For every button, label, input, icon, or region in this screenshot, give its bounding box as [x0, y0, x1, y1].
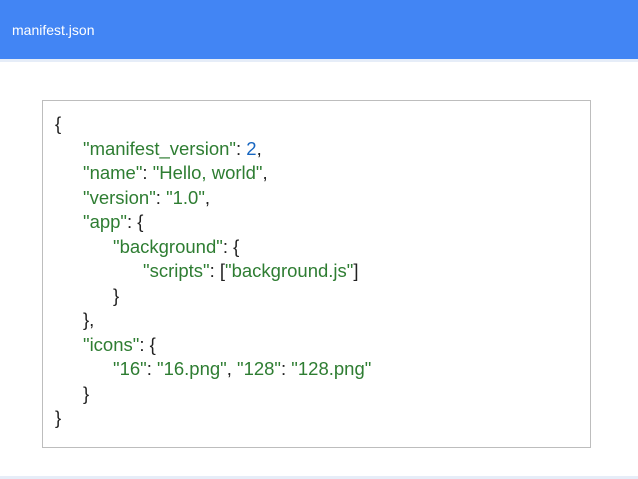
key-name: "name" [83, 162, 143, 183]
code-line-7: "scripts": ["background.js"] [55, 259, 371, 284]
close-brace-comma: }, [83, 309, 95, 330]
code-line-4: "version": "1.0", [55, 186, 371, 211]
slide-header: manifest.json [0, 0, 638, 62]
code-line-13: } [55, 406, 371, 431]
comma: , [204, 186, 211, 208]
colon: : [146, 358, 157, 379]
code-line-6: "background": { [55, 235, 371, 260]
key-version: "version" [83, 186, 156, 208]
close-brace: } [83, 382, 90, 404]
code-line-12: } [55, 382, 371, 407]
code-line-11: "16": "16.png", "128": "128.png" [55, 357, 371, 382]
code-line-5: "app": { [55, 210, 371, 235]
colon-open-bracket: : [ [209, 260, 226, 281]
value-icon-16: "16.png" [157, 358, 227, 379]
code-line-10: "icons": { [55, 333, 371, 358]
colon: : [155, 186, 167, 208]
key-icon-16: "16" [113, 358, 147, 379]
comma: , [262, 162, 268, 183]
key-manifest-version: "manifest_version" [83, 137, 236, 159]
key-background: "background" [113, 235, 223, 257]
colon-open-brace: : { [127, 211, 144, 232]
open-brace: { [55, 113, 62, 134]
close-brace: } [113, 284, 120, 306]
colon-open-brace: : { [139, 333, 156, 355]
value-manifest-version: 2 [246, 137, 257, 159]
code-line-3: "name": "Hello, world", [55, 161, 371, 186]
key-app: "app" [83, 211, 128, 232]
code-line-8: } [55, 284, 371, 309]
key-icons: "icons" [83, 333, 140, 355]
colon-open-brace: : { [222, 235, 240, 257]
close-brace: } [55, 407, 62, 428]
slide-title: manifest.json [12, 22, 95, 38]
colon: : [142, 162, 153, 183]
key-scripts: "scripts" [143, 260, 210, 281]
comma: , [226, 358, 237, 379]
code-line-2: "manifest_version": 2, [55, 137, 371, 162]
value-name: "Hello, world" [152, 162, 263, 183]
value-scripts: "background.js" [225, 260, 354, 281]
code-line-1: { [55, 112, 371, 137]
comma: , [256, 137, 262, 159]
colon: : [281, 358, 292, 379]
code-content: { "manifest_version": 2, "name": "Hello,… [55, 112, 371, 431]
value-icon-128: "128.png" [291, 358, 372, 379]
colon: : [235, 137, 247, 159]
key-icon-128: "128" [237, 358, 282, 379]
code-line-9: }, [55, 308, 371, 333]
close-bracket: ] [353, 260, 359, 281]
code-block: { "manifest_version": 2, "name": "Hello,… [42, 100, 591, 448]
value-version: "1.0" [166, 186, 205, 208]
